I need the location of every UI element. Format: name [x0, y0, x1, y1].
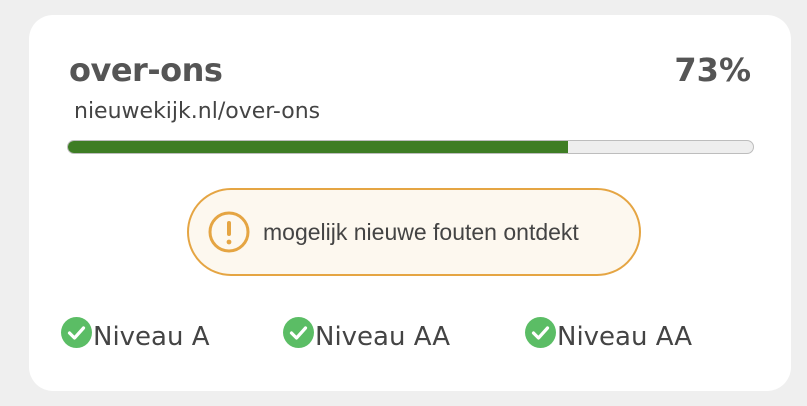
page-score-card: over-ons 73% nieuwekijk.nl/over-ons moge…	[29, 15, 791, 391]
level-label: Niveau A	[93, 322, 210, 352]
score-progress-bar	[67, 140, 754, 154]
score-percentage: 73%	[674, 51, 751, 89]
exclamation-circle-icon	[207, 210, 251, 254]
check-circle-icon	[283, 317, 314, 348]
check-circle-icon	[61, 317, 92, 348]
warning-text: mogelijk nieuwe fouten ontdekt	[263, 218, 579, 245]
new-errors-warning: mogelijk nieuwe fouten ontdekt	[187, 188, 641, 276]
level-label: Niveau AA	[557, 322, 693, 352]
level-label: Niveau AA	[315, 322, 451, 352]
check-circle-icon	[525, 317, 556, 348]
score-progress-fill	[68, 141, 569, 153]
page-url: nieuwekijk.nl/over-ons	[74, 99, 321, 124]
page-title: over-ons	[69, 51, 223, 89]
